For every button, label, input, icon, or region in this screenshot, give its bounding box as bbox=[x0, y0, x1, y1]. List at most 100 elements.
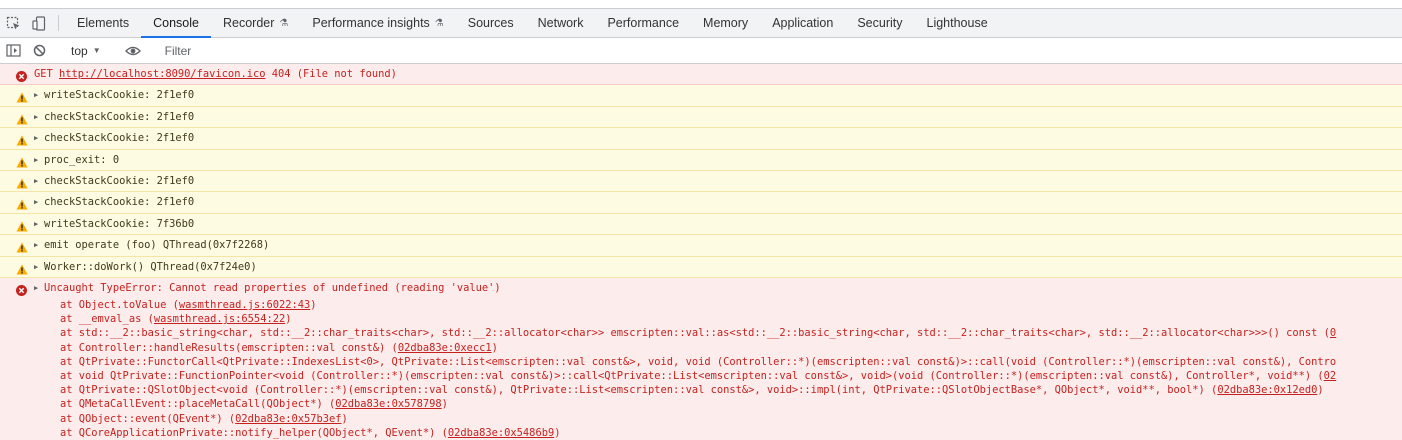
stack-frame-source-link[interactable]: 02dba83e:0xecc1 bbox=[398, 342, 492, 354]
warning-icon bbox=[16, 112, 28, 125]
message-url-link[interactable]: http://localhost:8090/favicon.ico bbox=[59, 68, 265, 80]
stack-frame-text: at Controller::handleResults(emscripten:… bbox=[60, 341, 398, 354]
tab-performance[interactable]: Performance bbox=[595, 9, 691, 37]
stack-frame: at QCoreApplicationPrivate::notify_helpe… bbox=[44, 426, 1402, 440]
warning-icon bbox=[16, 219, 28, 232]
message-text: Worker::doWork() QThread(0x7f24e0) bbox=[44, 260, 257, 273]
stack-frame: at QObject::event(QEvent*) (02dba83e:0x5… bbox=[44, 412, 1402, 426]
message-text: GET bbox=[34, 68, 60, 80]
warning-message: ▶ writeStackCookie: 2f1ef0 bbox=[0, 85, 1402, 107]
stack-frame-tail: ) bbox=[341, 412, 348, 425]
stack-frame-tail: ) bbox=[491, 341, 498, 354]
tab-recorder[interactable]: Recorder ⚗ bbox=[211, 9, 300, 37]
stack-frame-source-link[interactable]: 02dba83e:0x578798 bbox=[335, 398, 441, 410]
warning-message: ▶ Worker::doWork() QThread(0x7f24e0) bbox=[0, 256, 1402, 279]
warning-icon bbox=[16, 155, 28, 168]
error-icon bbox=[16, 283, 27, 297]
tab-label: Memory bbox=[703, 16, 749, 30]
warning-message: ▶ checkStackCookie: 2f1ef0 bbox=[0, 171, 1402, 193]
tab-memory[interactable]: Memory bbox=[691, 9, 760, 37]
warning-message: ▶ checkStackCookie: 2f1ef0 bbox=[0, 192, 1402, 214]
context-selector-label: top bbox=[71, 43, 88, 58]
tab-security[interactable]: Security bbox=[845, 9, 914, 37]
stack-frame: at QtPrivate::QSlotObject<void (Controll… bbox=[44, 383, 1402, 397]
expand-triangle-icon[interactable]: ▶ bbox=[34, 85, 38, 105]
warning-icon bbox=[16, 197, 28, 210]
stack-frame-source-link[interactable]: 02dba83e:0x57b3ef bbox=[235, 413, 341, 425]
live-expression-eye-icon[interactable] bbox=[120, 38, 146, 64]
message-text: writeStackCookie: 2f1ef0 bbox=[44, 89, 195, 102]
stack-frame-tail: ) bbox=[285, 313, 292, 326]
tab-label: Security bbox=[857, 16, 903, 30]
window-top-strip bbox=[0, 0, 1402, 9]
error-message: GET http://localhost:8090/favicon.ico 40… bbox=[0, 64, 1402, 86]
stack-frame: at QtPrivate::FunctorCall<QtPrivate::Ind… bbox=[44, 355, 1402, 369]
sidebar-toggle-icon[interactable] bbox=[0, 38, 26, 64]
devtools-tab-bar: Elements Console Recorder ⚗ Performance insi… bbox=[0, 9, 1402, 38]
stack-frame-source-link[interactable]: 02dba83e:0x5486b9 bbox=[448, 427, 554, 439]
stack-frame: at QMetaCallEvent::placeMetaCall(QObject… bbox=[44, 397, 1402, 411]
tab-lighthouse[interactable]: Lighthouse bbox=[915, 9, 1000, 37]
tab-sources[interactable]: Sources bbox=[456, 9, 526, 37]
message-text: checkStackCookie: 2f1ef0 bbox=[44, 175, 195, 188]
stack-frame-source-link[interactable]: wasmthread.js:6554:22 bbox=[154, 313, 285, 325]
stack-frame-tail: ) bbox=[554, 426, 561, 439]
experimental-flask-icon: ⚗ bbox=[434, 17, 444, 29]
console-messages: GET http://localhost:8090/favicon.ico 40… bbox=[0, 64, 1402, 440]
expand-triangle-icon[interactable]: ▶ bbox=[34, 107, 38, 127]
tab-label: Recorder bbox=[222, 16, 275, 30]
stack-frame-text: at QtPrivate::FunctorCall<QtPrivate::Ind… bbox=[60, 355, 1337, 368]
filter-input[interactable] bbox=[158, 40, 1402, 61]
warning-message: ▶ checkStackCookie: 2f1ef0 bbox=[0, 106, 1402, 129]
message-text: writeStackCookie: 7f36b0 bbox=[44, 217, 195, 230]
warning-icon bbox=[16, 262, 28, 275]
message-text: 404 (File not found) bbox=[265, 68, 397, 80]
inspect-element-icon[interactable] bbox=[0, 9, 26, 37]
tab-divider bbox=[58, 15, 59, 31]
tab-application[interactable]: Application bbox=[760, 9, 845, 37]
tab-elements[interactable]: Elements bbox=[65, 9, 141, 37]
tab-label: Network bbox=[537, 16, 584, 30]
expand-triangle-icon[interactable]: ▶ bbox=[34, 235, 38, 255]
error-icon bbox=[16, 69, 27, 82]
warning-icon bbox=[16, 133, 28, 146]
message-text: proc_exit: 0 bbox=[44, 153, 120, 166]
stack-frame-text: at QObject::event(QEvent*) ( bbox=[60, 412, 236, 425]
exception-header: Uncaught TypeError: Cannot read properti… bbox=[44, 282, 501, 295]
expand-triangle-icon[interactable]: ▶ bbox=[34, 171, 38, 191]
stack-frame-source-link[interactable]: wasmthread.js:6022:43 bbox=[179, 299, 310, 311]
stack-frame-source-link[interactable]: 02dba83e:0x12ed0 bbox=[1217, 384, 1317, 396]
expand-triangle-icon[interactable]: ▶ bbox=[34, 278, 38, 298]
stack-frame-source-link[interactable]: 0 bbox=[1330, 327, 1336, 339]
stack-frame-text: at Object.toValue ( bbox=[60, 299, 179, 312]
stack-frame-tail: ) bbox=[310, 299, 317, 312]
console-toolbar: top ▼ bbox=[0, 38, 1402, 64]
stack-frame-tail: ) bbox=[1317, 384, 1324, 397]
clear-console-icon[interactable] bbox=[26, 38, 52, 64]
expand-triangle-icon[interactable]: ▶ bbox=[34, 128, 38, 148]
expand-triangle-icon[interactable]: ▶ bbox=[34, 192, 38, 212]
warning-icon bbox=[16, 90, 28, 103]
stack-trace: at Object.toValue (wasmthread.js:6022:43… bbox=[44, 298, 1402, 440]
tab-label: Performance insights bbox=[312, 16, 430, 30]
tab-performance-insights[interactable]: Performance insights ⚗ bbox=[300, 9, 455, 37]
uncaught-exception-message: ▶ Uncaught TypeError: Cannot read propert… bbox=[0, 278, 1402, 440]
message-text: checkStackCookie: 2f1ef0 bbox=[44, 196, 195, 209]
stack-frame: at Controller::handleResults(emscripten:… bbox=[44, 341, 1402, 355]
expand-triangle-icon[interactable]: ▶ bbox=[34, 214, 38, 234]
tab-network[interactable]: Network bbox=[526, 9, 596, 37]
message-text: checkStackCookie: 2f1ef0 bbox=[44, 132, 195, 145]
tab-label: Performance bbox=[607, 16, 680, 30]
device-toolbar-icon[interactable] bbox=[26, 9, 52, 37]
warning-message: ▶ checkStackCookie: 2f1ef0 bbox=[0, 128, 1402, 150]
context-selector[interactable]: top ▼ bbox=[65, 44, 107, 58]
message-text: checkStackCookie: 2f1ef0 bbox=[44, 110, 195, 123]
expand-triangle-icon[interactable]: ▶ bbox=[34, 257, 38, 277]
stack-frame-source-link[interactable]: 02 bbox=[1324, 370, 1337, 382]
stack-frame-text: at void QtPrivate::FunctionPointer<void … bbox=[60, 370, 1324, 383]
warning-icon bbox=[16, 240, 28, 253]
expand-triangle-icon[interactable]: ▶ bbox=[34, 150, 38, 170]
warning-message: ▶ emit operate (foo) QThread(0x7f2268) bbox=[0, 235, 1402, 257]
stack-frame-text: at QtPrivate::QSlotObject<void (Controll… bbox=[60, 384, 1218, 397]
tab-console[interactable]: Console bbox=[141, 9, 211, 38]
